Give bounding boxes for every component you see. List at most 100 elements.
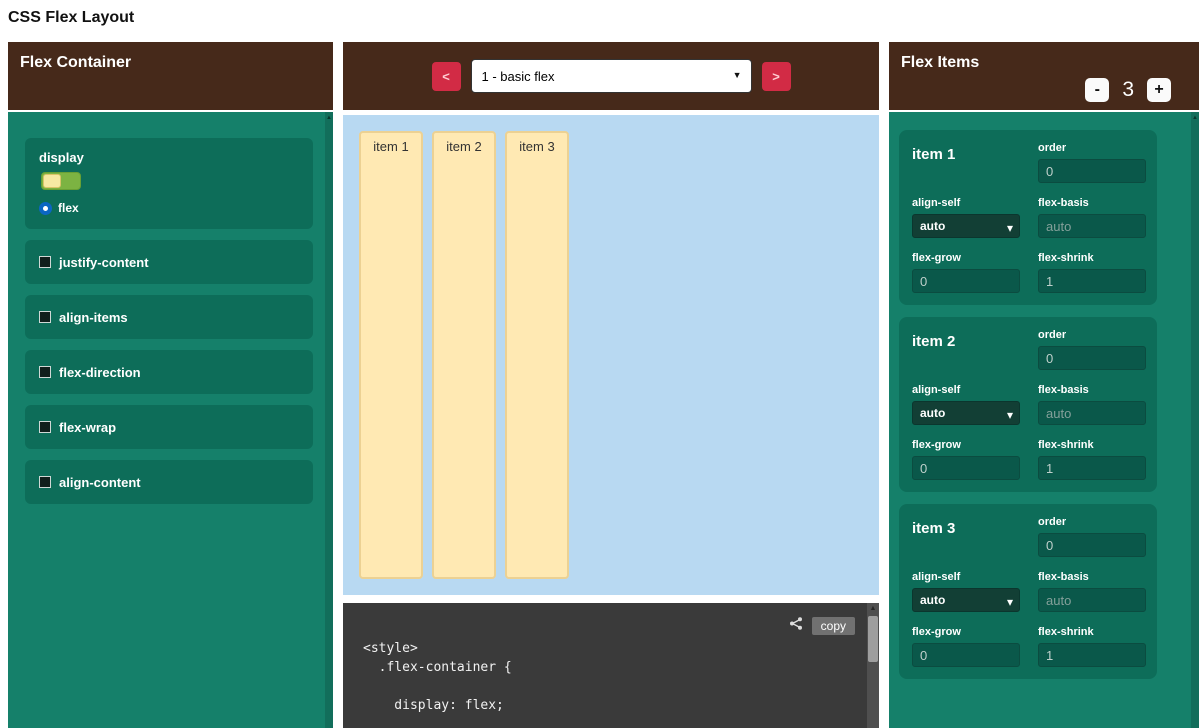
- align-items-label: align-items: [59, 310, 128, 325]
- flex-grow-input[interactable]: [912, 456, 1020, 480]
- order-input[interactable]: [1038, 159, 1146, 183]
- align-self-select[interactable]: auto: [912, 401, 1020, 425]
- item-count-controls: - 3 +: [1085, 78, 1171, 102]
- group-align-content[interactable]: align-content: [25, 460, 313, 504]
- align-content-checkbox[interactable]: [39, 476, 51, 488]
- align-self-select-wrap: auto: [912, 217, 1020, 234]
- align-self-label: align-self: [912, 384, 1020, 396]
- display-toggle[interactable]: [41, 172, 81, 190]
- flex-shrink-field: flex-shrink: [1038, 626, 1146, 667]
- flex-items-panel: Flex Items - 3 + item 1 order align-self…: [889, 42, 1199, 728]
- flex-container-header: Flex Container: [8, 42, 333, 110]
- flex-grow-input[interactable]: [912, 269, 1020, 293]
- align-self-field: align-self auto: [912, 197, 1020, 238]
- flex-radio-label: flex: [58, 201, 79, 215]
- item-card-3: item 3 order align-self auto flex-basis …: [899, 504, 1157, 679]
- code-line: <style>: [363, 639, 512, 658]
- item-card-1: item 1 order align-self auto flex-basis …: [899, 130, 1157, 305]
- align-items-checkbox[interactable]: [39, 311, 51, 323]
- item-card-title: item 3: [912, 516, 1020, 557]
- flex-shrink-input[interactable]: [1038, 269, 1146, 293]
- flex-shrink-field: flex-shrink: [1038, 439, 1146, 480]
- align-self-label: align-self: [912, 571, 1020, 583]
- flex-basis-input[interactable]: [1038, 401, 1146, 425]
- flex-direction-label: flex-direction: [59, 365, 141, 380]
- flex-basis-field: flex-basis: [1038, 197, 1146, 238]
- flex-grow-field: flex-grow: [912, 626, 1020, 667]
- group-flex-wrap[interactable]: flex-wrap: [25, 405, 313, 449]
- group-align-items[interactable]: align-items: [25, 295, 313, 339]
- order-label: order: [1038, 142, 1146, 154]
- flex-shrink-label: flex-shrink: [1038, 626, 1146, 638]
- flex-basis-field: flex-basis: [1038, 384, 1146, 425]
- order-input[interactable]: [1038, 533, 1146, 557]
- flex-shrink-input[interactable]: [1038, 456, 1146, 480]
- align-self-select[interactable]: auto: [912, 588, 1020, 612]
- flex-shrink-label: flex-shrink: [1038, 252, 1146, 264]
- code-toolbar: copy: [788, 615, 855, 636]
- code-line: [363, 677, 512, 696]
- display-label: display: [39, 150, 299, 165]
- flex-grow-field: flex-grow: [912, 252, 1020, 293]
- code-scroll-up-icon[interactable]: ▲: [867, 603, 879, 615]
- item-count: 3: [1122, 78, 1134, 102]
- preview-item-1: item 1: [359, 131, 423, 579]
- code-scrollbar[interactable]: ▲: [867, 603, 879, 728]
- align-self-select-wrap: auto: [912, 404, 1020, 421]
- item-card-title: item 1: [912, 142, 1020, 183]
- flex-shrink-input[interactable]: [1038, 643, 1146, 667]
- flex-basis-input[interactable]: [1038, 214, 1146, 238]
- share-icon[interactable]: [788, 615, 804, 636]
- next-scenario-button[interactable]: >: [762, 62, 791, 91]
- display-group: display flex: [25, 138, 313, 229]
- flex-grow-label: flex-grow: [912, 252, 1020, 264]
- scenario-select[interactable]: 1 - basic flex: [471, 59, 752, 93]
- scroll-up-icon[interactable]: ▲: [325, 112, 333, 122]
- justify-content-checkbox[interactable]: [39, 256, 51, 268]
- preview-item-3: item 3: [505, 131, 569, 579]
- scroll-up-icon[interactable]: ▲: [1191, 112, 1199, 122]
- flex-container-body: display flex justify-content align-items…: [8, 112, 333, 728]
- order-input[interactable]: [1038, 346, 1146, 370]
- flex-radio[interactable]: [39, 202, 52, 215]
- order-label: order: [1038, 516, 1146, 528]
- flex-shrink-field: flex-shrink: [1038, 252, 1146, 293]
- align-self-field: align-self auto: [912, 571, 1020, 612]
- flex-basis-field: flex-basis: [1038, 571, 1146, 612]
- flex-items-header: Flex Items - 3 +: [889, 42, 1199, 110]
- preview-panel: < 1 - basic flex > item 1 item 2 item 3 …: [343, 42, 879, 728]
- prev-scenario-button[interactable]: <: [432, 62, 461, 91]
- align-self-select[interactable]: auto: [912, 214, 1020, 238]
- code-scrollbar-thumb[interactable]: [868, 616, 878, 662]
- preview-item-2: item 2: [432, 131, 496, 579]
- order-field: order: [1038, 329, 1146, 370]
- align-content-label: align-content: [59, 475, 141, 490]
- flex-direction-checkbox[interactable]: [39, 366, 51, 378]
- flex-grow-input[interactable]: [912, 643, 1020, 667]
- page-title: CSS Flex Layout: [8, 9, 134, 27]
- code-line: display: flex;: [363, 696, 512, 715]
- left-panel-scrollbar[interactable]: ▲: [325, 112, 333, 728]
- display-toggle-knob: [43, 174, 61, 188]
- order-label: order: [1038, 329, 1146, 341]
- code-content: <style> .flex-container { display: flex;: [363, 639, 512, 715]
- flex-grow-label: flex-grow: [912, 626, 1020, 638]
- flex-shrink-label: flex-shrink: [1038, 439, 1146, 451]
- flex-basis-input[interactable]: [1038, 588, 1146, 612]
- group-justify-content[interactable]: justify-content: [25, 240, 313, 284]
- flex-wrap-checkbox[interactable]: [39, 421, 51, 433]
- group-flex-direction[interactable]: flex-direction: [25, 350, 313, 394]
- item-card-2: item 2 order align-self auto flex-basis …: [899, 317, 1157, 492]
- item-card-title: item 2: [912, 329, 1020, 370]
- align-self-field: align-self auto: [912, 384, 1020, 425]
- remove-item-button[interactable]: -: [1085, 78, 1109, 102]
- align-self-label: align-self: [912, 197, 1020, 209]
- copy-button[interactable]: copy: [812, 617, 855, 635]
- code-line: .flex-container {: [363, 658, 512, 677]
- right-panel-scrollbar[interactable]: ▲: [1191, 112, 1199, 728]
- flex-grow-label: flex-grow: [912, 439, 1020, 451]
- flex-items-body: item 1 order align-self auto flex-basis …: [889, 112, 1199, 728]
- flex-container-panel: Flex Container display flex justify-cont…: [8, 42, 333, 728]
- flex-grow-field: flex-grow: [912, 439, 1020, 480]
- add-item-button[interactable]: +: [1147, 78, 1171, 102]
